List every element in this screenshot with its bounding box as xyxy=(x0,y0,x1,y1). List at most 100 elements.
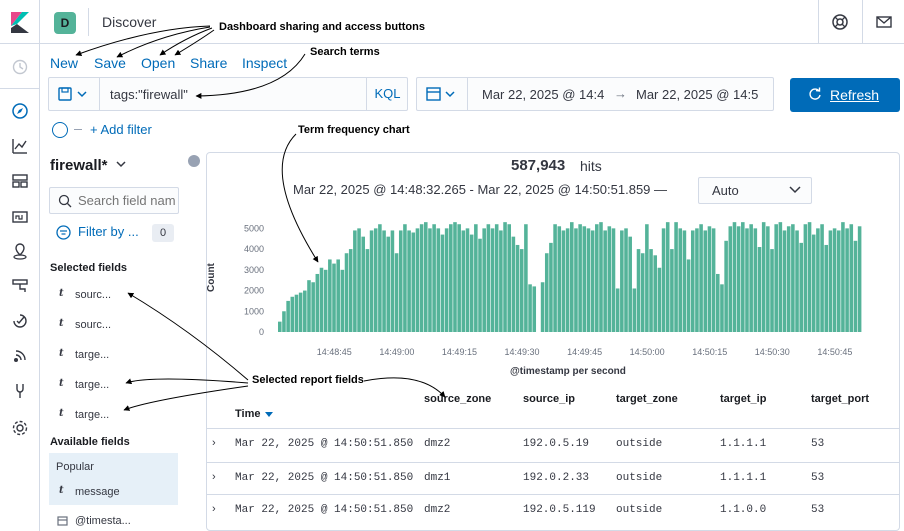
column-header-source-ip[interactable]: source_ip xyxy=(523,393,575,405)
histogram-bar[interactable] xyxy=(615,288,620,332)
column-header-source-zone[interactable]: source_zone xyxy=(424,393,491,405)
histogram-bar[interactable] xyxy=(540,282,545,332)
selected-field[interactable]: t targe... xyxy=(50,345,178,367)
histogram-bar[interactable] xyxy=(703,230,708,332)
histogram-bar[interactable] xyxy=(857,226,862,332)
quick-date-menu-button[interactable] xyxy=(416,77,468,111)
histogram-bar[interactable] xyxy=(640,253,645,332)
histogram-bar[interactable] xyxy=(403,224,407,332)
histogram-bar[interactable] xyxy=(486,224,491,332)
histogram-bar[interactable] xyxy=(432,224,436,332)
histogram-bar[interactable] xyxy=(661,228,666,332)
histogram-bar[interactable] xyxy=(490,228,495,332)
histogram-bar[interactable] xyxy=(657,267,662,332)
histogram-bar[interactable] xyxy=(361,236,365,332)
histogram-bar[interactable] xyxy=(778,222,783,332)
app-badge[interactable]: D xyxy=(54,12,76,34)
histogram-bar[interactable] xyxy=(303,290,307,332)
column-header-target-zone[interactable]: target_zone xyxy=(616,393,678,405)
histogram-bar[interactable] xyxy=(582,226,587,332)
histogram-bar[interactable] xyxy=(394,253,399,332)
visualize-icon[interactable] xyxy=(10,136,30,156)
histogram-bar[interactable] xyxy=(515,244,520,332)
histogram-bar[interactable] xyxy=(761,222,766,332)
histogram-bar[interactable] xyxy=(507,224,511,332)
collapse-sidebar-button[interactable] xyxy=(188,155,200,167)
column-header-target-port[interactable]: target_port xyxy=(811,393,869,405)
histogram-bar[interactable] xyxy=(595,224,599,332)
discover-compass-icon[interactable] xyxy=(10,101,30,121)
histogram-bar[interactable] xyxy=(553,224,557,332)
histogram-bar[interactable] xyxy=(799,242,803,332)
selected-field[interactable]: t targe... xyxy=(50,405,178,427)
histogram-bar[interactable] xyxy=(836,230,841,332)
column-header-time[interactable]: Time xyxy=(235,408,260,420)
histogram-bar[interactable] xyxy=(590,230,595,332)
histogram-bar[interactable] xyxy=(424,222,428,332)
available-field[interactable]: t message xyxy=(50,482,178,504)
histogram-bar[interactable] xyxy=(340,269,345,332)
histogram-bar[interactable] xyxy=(524,224,528,332)
histogram-bar[interactable] xyxy=(469,234,474,332)
histogram-bar[interactable] xyxy=(290,296,295,332)
histogram-bar[interactable] xyxy=(720,284,724,332)
histogram-bar[interactable] xyxy=(565,228,570,332)
histogram-bar[interactable] xyxy=(436,228,441,332)
histogram-bar[interactable] xyxy=(807,222,812,332)
histogram-bar[interactable] xyxy=(561,230,566,332)
histogram-bar[interactable] xyxy=(690,230,695,332)
histogram-bar[interactable] xyxy=(494,224,499,332)
histogram-bar[interactable] xyxy=(544,253,549,332)
histogram-bar[interactable] xyxy=(549,242,553,332)
histogram-bar[interactable] xyxy=(390,230,395,332)
chevron-right-icon[interactable]: › xyxy=(212,437,216,449)
histogram-bar[interactable] xyxy=(757,247,762,332)
histogram-bar[interactable] xyxy=(791,224,795,332)
histogram-bar[interactable] xyxy=(811,234,816,332)
histogram-bar[interactable] xyxy=(503,222,507,332)
histogram-bar[interactable] xyxy=(716,273,720,332)
query-text[interactable]: tags:"firewall" xyxy=(110,87,188,102)
histogram-bar[interactable] xyxy=(786,226,791,332)
signal-icon[interactable] xyxy=(10,346,30,366)
histogram-bar[interactable] xyxy=(816,228,820,332)
recent-clock-icon[interactable] xyxy=(10,57,30,77)
histogram-bar[interactable] xyxy=(528,284,532,332)
add-filter-button[interactable]: + Add filter xyxy=(90,122,152,137)
histogram-bar[interactable] xyxy=(286,300,290,332)
histogram-bar[interactable] xyxy=(682,230,687,332)
histogram-bar[interactable] xyxy=(411,232,416,332)
histogram-bar[interactable] xyxy=(749,224,753,332)
histogram-bar[interactable] xyxy=(686,259,691,332)
histogram-bar[interactable] xyxy=(607,226,612,332)
histogram-bar[interactable] xyxy=(736,226,741,332)
histogram-bar[interactable] xyxy=(803,224,808,332)
histogram-chart[interactable]: 0 1000 2000 3000 4000 5000 14:48:45 14:49:00 14:… xyxy=(230,210,870,360)
index-pattern-title[interactable]: firewall* xyxy=(50,157,108,174)
histogram-bar[interactable] xyxy=(348,249,353,332)
saved-query-button[interactable] xyxy=(48,77,100,111)
histogram-bar[interactable] xyxy=(849,224,854,332)
histogram-bar[interactable] xyxy=(753,228,758,332)
histogram-bar[interactable] xyxy=(365,249,370,332)
histogram-bar[interactable] xyxy=(653,255,657,332)
histogram-bar[interactable] xyxy=(311,282,315,332)
start-date[interactable]: Mar 22, 2025 @ 14:4 xyxy=(482,87,604,102)
share-button[interactable]: Share xyxy=(190,55,227,71)
histogram-bar[interactable] xyxy=(745,228,749,332)
available-field[interactable]: @timesta... xyxy=(50,511,178,531)
histogram-bar[interactable] xyxy=(461,230,466,332)
histogram-bar[interactable] xyxy=(728,226,733,332)
histogram-bar[interactable] xyxy=(707,226,712,332)
histogram-bar[interactable] xyxy=(841,222,845,332)
histogram-bar[interactable] xyxy=(711,228,716,332)
histogram-bar[interactable] xyxy=(824,244,829,332)
field-search[interactable] xyxy=(49,187,179,214)
selected-field[interactable]: t sourc... xyxy=(50,315,178,337)
histogram-bar[interactable] xyxy=(344,253,349,332)
histogram-bar[interactable] xyxy=(323,269,328,332)
histogram-bar[interactable] xyxy=(845,228,849,332)
histogram-bar[interactable] xyxy=(853,240,858,332)
dashboard-icon[interactable] xyxy=(10,171,30,191)
histogram-bar[interactable] xyxy=(315,273,320,332)
